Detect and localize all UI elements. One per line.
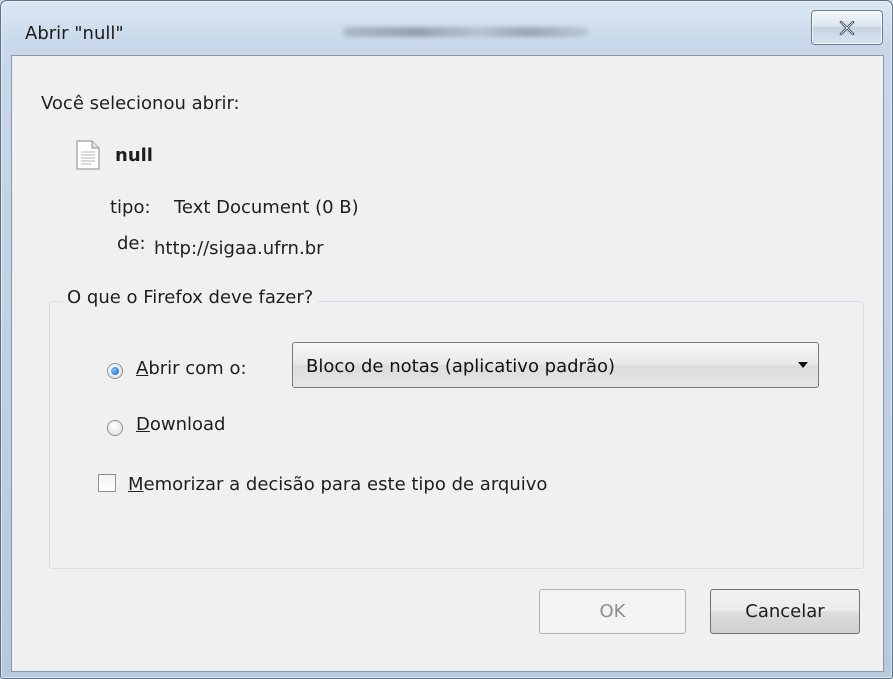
remember-decision-checkbox[interactable]	[98, 474, 116, 492]
open-with-text: brir com o:	[148, 358, 247, 379]
download-label[interactable]: Download	[136, 414, 226, 435]
download-text: ownload	[149, 414, 226, 435]
remember-decision-label[interactable]: Memorizar a decisão para este tipo de ar…	[128, 474, 547, 495]
dialog-window: Abrir "null" Você selecionou abrir: null…	[0, 0, 893, 679]
ok-button[interactable]: OK	[539, 589, 686, 634]
dialog-heading: Você selecionou abrir:	[41, 93, 240, 114]
remember-mnemonic: M	[128, 474, 144, 495]
download-mnemonic: D	[136, 414, 150, 435]
cancel-button[interactable]: Cancelar	[710, 589, 860, 634]
dropdown-arrow-icon	[798, 362, 808, 368]
open-with-mnemonic: A	[136, 358, 149, 379]
blurred-title-region	[343, 27, 589, 37]
source-url: http://sigaa.ufrn.br	[154, 238, 324, 259]
type-value: Text Document (0 B)	[174, 197, 359, 218]
close-icon	[839, 20, 855, 35]
remember-text: emorizar a decisão para este tipo de arq…	[143, 474, 548, 495]
dialog-content: Você selecionou abrir: null tipo: Text D…	[11, 55, 884, 672]
type-label: tipo:	[110, 197, 151, 218]
file-name: null	[115, 145, 153, 166]
window-title: Abrir "null"	[25, 23, 124, 44]
action-group-legend: O que o Firefox deve fazer?	[63, 287, 318, 308]
source-label: de:	[117, 233, 146, 254]
application-select[interactable]: Bloco de notas (aplicativo padrão)	[292, 342, 819, 388]
open-with-radio[interactable]	[107, 363, 123, 379]
title-bar[interactable]: Abrir "null"	[1, 1, 892, 57]
text-document-icon	[76, 140, 100, 170]
open-with-label[interactable]: Abrir com o:	[136, 358, 247, 379]
close-button[interactable]	[811, 10, 883, 45]
application-select-value: Bloco de notas (aplicativo padrão)	[306, 356, 616, 377]
download-radio[interactable]	[107, 420, 123, 436]
